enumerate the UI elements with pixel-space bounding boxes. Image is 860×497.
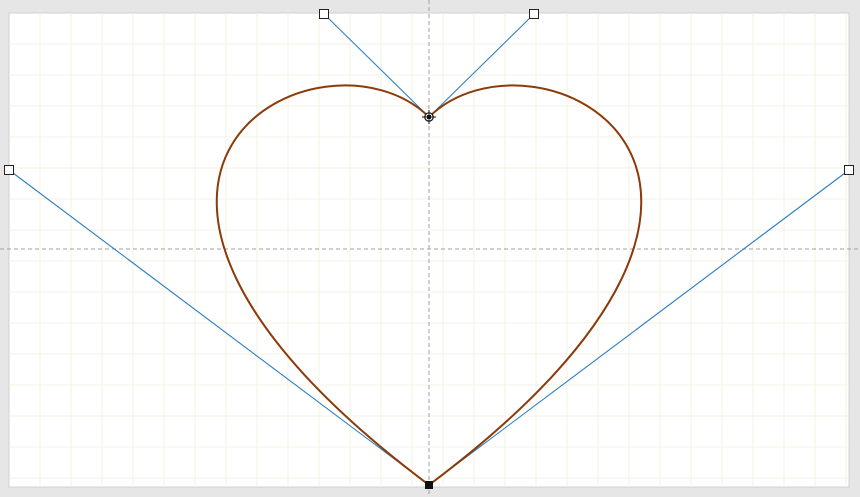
control-handle-top-left[interactable]: [319, 9, 329, 19]
bezier-editor-frame: [0, 0, 860, 497]
bezier-canvas[interactable]: [0, 0, 860, 497]
square-anchor-icon[interactable]: [425, 481, 433, 489]
control-handle-top-right[interactable]: [529, 9, 539, 19]
control-handle-left[interactable]: [4, 165, 14, 175]
control-handle-right[interactable]: [844, 165, 854, 175]
